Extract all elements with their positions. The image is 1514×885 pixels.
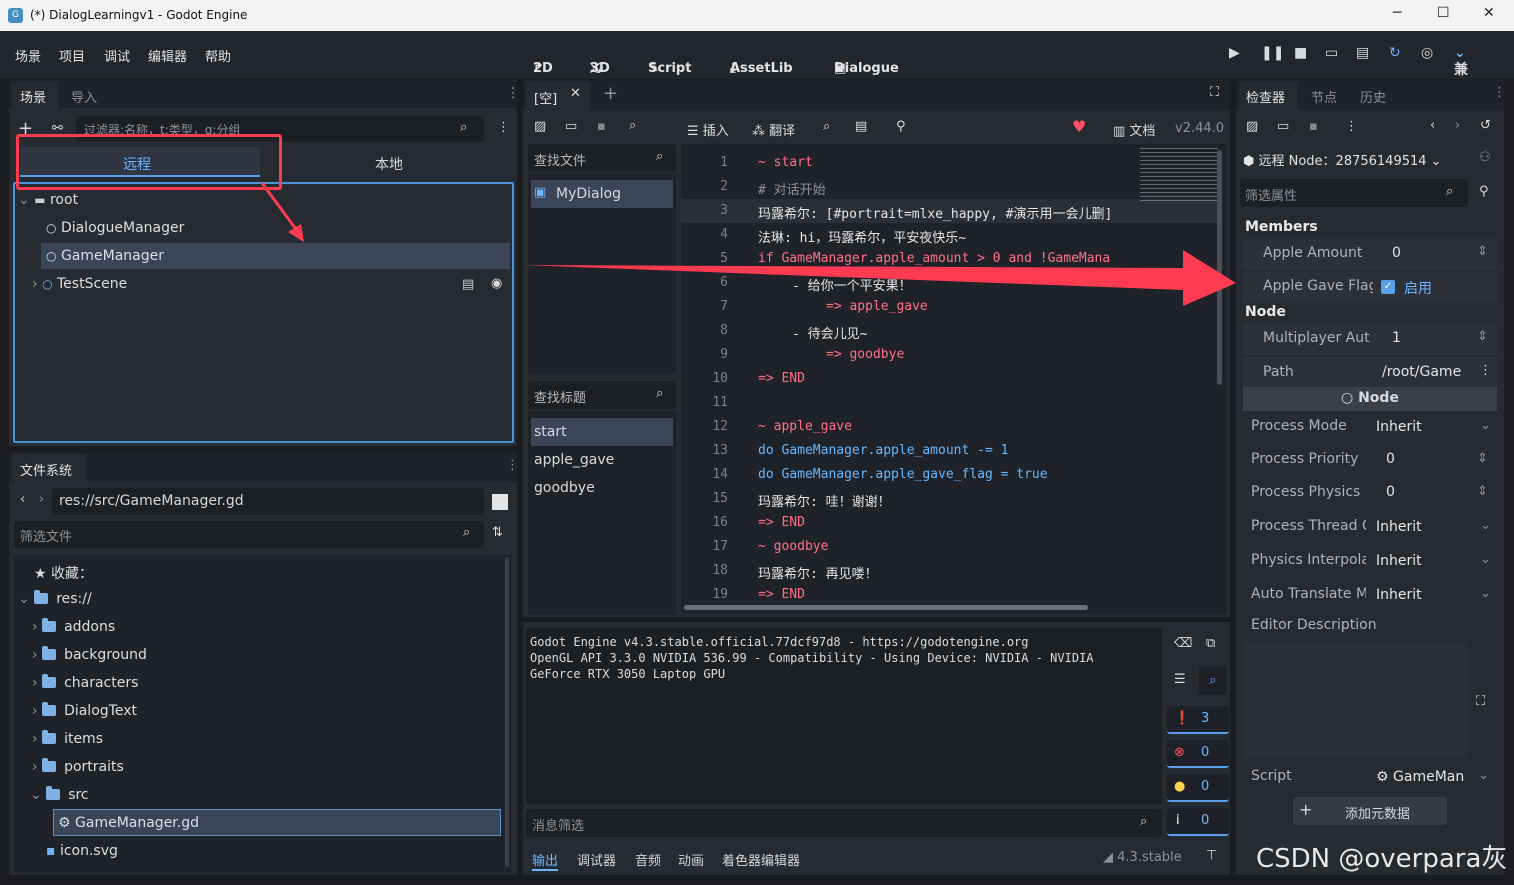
annotation-arrow-large <box>522 250 1236 306</box>
annotation-arrow-small <box>260 182 300 233</box>
annotation-arrows <box>260 182 1236 306</box>
watermark: CSDN @overpara灰 <box>1256 844 1508 874</box>
annotation-arrowhead-small <box>288 224 304 242</box>
